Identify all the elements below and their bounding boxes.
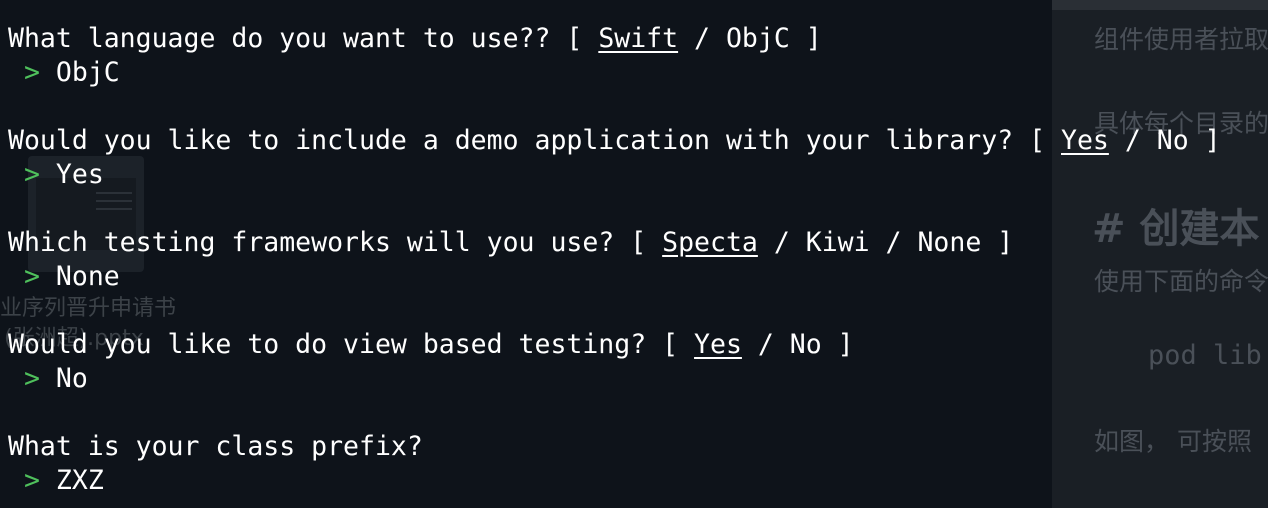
question-line: Which testing frameworks will you use? [… xyxy=(8,226,1221,260)
question-text: What language do you want to use?? [ xyxy=(8,23,599,54)
question-text: Would you like to include a demo applica… xyxy=(8,125,1061,156)
answer-line: > None xyxy=(8,260,1221,294)
answer-text: ObjC xyxy=(55,57,120,88)
terminal-output[interactable]: What language do you want to use?? [ Swi… xyxy=(8,22,1221,498)
option-kiwi: Kiwi xyxy=(805,227,870,258)
answer-line: > No xyxy=(8,362,1221,396)
prompt-chevron-icon: > xyxy=(23,363,40,394)
question-text: What is your class prefix? xyxy=(8,431,423,462)
option-specta: Specta xyxy=(662,227,758,258)
option-separator: / xyxy=(1108,125,1157,156)
option-separator: / xyxy=(741,329,790,360)
answer-line: > ZXZ xyxy=(8,464,1221,498)
question-line: What language do you want to use?? [ Swi… xyxy=(8,22,1221,56)
question-bracket-close: ] xyxy=(1188,125,1221,156)
question-bracket-close: ] xyxy=(821,329,854,360)
background-window-topbar xyxy=(1052,0,1268,10)
prompt-chevron-icon: > xyxy=(23,159,40,190)
option-yes: Yes xyxy=(694,329,742,360)
answer-text: Yes xyxy=(55,159,104,190)
answer-line: > ObjC xyxy=(8,56,1221,90)
question-line: Would you like to include a demo applica… xyxy=(8,124,1221,158)
terminal-window[interactable]: 组件使用者拉取 具体每个目录的 # 创建本 使用下面的命令 pod lib 如图… xyxy=(0,0,1268,508)
option-yes: Yes xyxy=(1061,125,1109,156)
question-line: Would you like to do view based testing?… xyxy=(8,328,1221,362)
question-bracket-close: ] xyxy=(981,227,1014,258)
answer-text: None xyxy=(55,261,120,292)
question-text: Would you like to do view based testing?… xyxy=(8,329,695,360)
answer-text: ZXZ xyxy=(55,465,104,496)
prompt-chevron-icon: > xyxy=(23,465,40,496)
answer-line: > Yes xyxy=(8,158,1221,192)
option-swift: Swift xyxy=(598,23,679,54)
option-separator: / xyxy=(678,23,726,54)
answer-text: No xyxy=(55,363,88,394)
option-objc: ObjC xyxy=(725,23,790,54)
option-no: No xyxy=(789,329,822,360)
option-separator: / xyxy=(869,227,918,258)
option-separator: / xyxy=(757,227,806,258)
option-none: None xyxy=(917,227,982,258)
prompt-chevron-icon: > xyxy=(23,57,40,88)
question-line: What is your class prefix? xyxy=(8,430,1221,464)
question-bracket-close: ] xyxy=(789,23,822,54)
prompt-chevron-icon: > xyxy=(23,261,40,292)
question-text: Which testing frameworks will you use? [ xyxy=(8,227,663,258)
option-no: No xyxy=(1156,125,1189,156)
